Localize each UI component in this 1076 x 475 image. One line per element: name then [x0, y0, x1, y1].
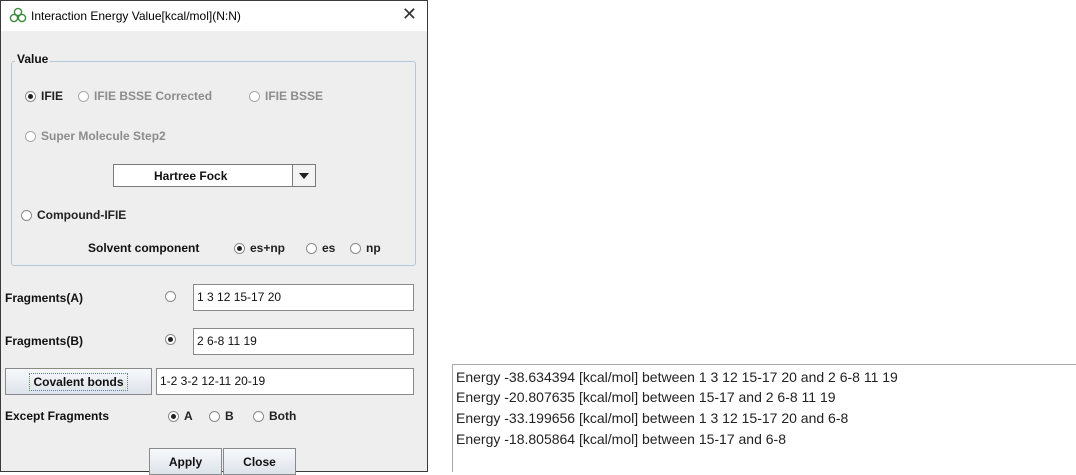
fragments-b-label: Fragments(B)	[5, 334, 84, 348]
close-button[interactable]: Close	[223, 448, 296, 475]
radio-super-molecule-label: Super Molecule Step2	[41, 129, 166, 143]
radio-super-molecule-circle[interactable]	[25, 130, 36, 142]
title-bar: Interaction Energy Value[kcal/mol](N:N) …	[1, 1, 427, 31]
radio-except-b-label: B	[225, 409, 234, 423]
energy-output-line: Energy -18.805864 [kcal/mol] between 15-…	[456, 431, 786, 447]
close-window-icon[interactable]: ✕	[402, 4, 417, 25]
covalent-bonds-input[interactable]: 1-2 3-2 12-11 20-19	[156, 368, 414, 395]
radio-except-b[interactable]: B	[209, 409, 234, 423]
except-fragments-label: Except Fragments	[5, 409, 110, 423]
energy-output-line: Energy -38.634394 [kcal/mol] between 1 3…	[456, 369, 898, 385]
radio-super-molecule[interactable]: Super Molecule Step2	[25, 129, 166, 143]
solvent-component-label: Solvent component	[88, 241, 200, 255]
radio-solvent-es-np[interactable]: es+np	[234, 241, 285, 255]
radio-except-both[interactable]: Both	[253, 409, 296, 423]
radio-except-both-circle[interactable]	[253, 410, 264, 422]
value-group-title: Value	[15, 52, 51, 66]
flower-icon	[9, 7, 27, 23]
radio-ifie-circle[interactable]	[25, 90, 36, 102]
covalent-bonds-button[interactable]: Covalent bonds	[5, 368, 152, 395]
radio-except-both-label: Both	[269, 409, 297, 423]
radio-solvent-np-label: np	[366, 241, 381, 255]
radio-fragments-b[interactable]	[165, 334, 176, 345]
radio-ifie-bsse-circle[interactable]	[249, 90, 260, 102]
radio-solvent-np-circle[interactable]	[350, 242, 361, 254]
radio-except-a-label: A	[184, 409, 193, 423]
radio-ifie-label: IFIE	[41, 89, 64, 103]
method-select-value: Hartree Fock	[154, 169, 228, 183]
interaction-energy-dialog: Interaction Energy Value[kcal/mol](N:N) …	[0, 0, 428, 475]
dialog-title: Interaction Energy Value[kcal/mol](N:N)	[31, 9, 241, 23]
close-button-label: Close	[243, 454, 276, 469]
fragments-b-input[interactable]: 2 6-8 11 19	[193, 328, 414, 355]
energy-output-line: Energy -20.807635 [kcal/mol] between 15-…	[456, 389, 836, 405]
radio-ifie[interactable]: IFIE	[25, 89, 63, 103]
radio-solvent-es-np-circle[interactable]	[234, 242, 245, 254]
energy-output-line: Energy -33.199656 [kcal/mol] between 1 3…	[456, 410, 849, 426]
covalent-bonds-button-label: Covalent bonds	[29, 372, 128, 391]
radio-except-a[interactable]: A	[168, 409, 193, 423]
fragments-a-input[interactable]: 1 3 12 15-17 20	[193, 284, 414, 311]
radio-solvent-es-label: es	[322, 241, 336, 255]
radio-ifie-bsse-corrected-circle[interactable]	[78, 90, 89, 102]
radio-ifie-bsse-corrected[interactable]: IFIE BSSE Corrected	[78, 89, 212, 103]
method-select[interactable]: Hartree Fock	[113, 164, 316, 187]
method-select-dropdown-button[interactable]	[292, 165, 315, 186]
radio-fragments-a[interactable]	[165, 291, 176, 302]
radio-solvent-es[interactable]: es	[306, 241, 335, 255]
fragments-a-label: Fragments(A)	[5, 291, 84, 305]
radio-ifie-bsse-label: IFIE BSSE	[265, 89, 324, 103]
radio-compound-ifie-circle[interactable]	[21, 209, 32, 221]
radio-compound-ifie-label: Compound-IFIE	[37, 208, 127, 222]
radio-except-b-circle[interactable]	[209, 410, 220, 422]
radio-compound-ifie[interactable]: Compound-IFIE	[21, 208, 126, 222]
chevron-down-icon	[299, 173, 309, 179]
radio-solvent-es-circle[interactable]	[306, 242, 317, 254]
radio-ifie-bsse-corrected-label: IFIE BSSE Corrected	[94, 89, 213, 103]
radio-solvent-np[interactable]: np	[350, 241, 381, 255]
energy-output-panel[interactable]: Energy -38.634394 [kcal/mol] between 1 3…	[452, 364, 1076, 472]
radio-ifie-bsse[interactable]: IFIE BSSE	[249, 89, 323, 103]
apply-button[interactable]: Apply	[149, 448, 222, 475]
radio-solvent-es-np-label: es+np	[250, 241, 286, 255]
radio-except-a-circle[interactable]	[168, 410, 179, 422]
apply-button-label: Apply	[168, 454, 203, 469]
